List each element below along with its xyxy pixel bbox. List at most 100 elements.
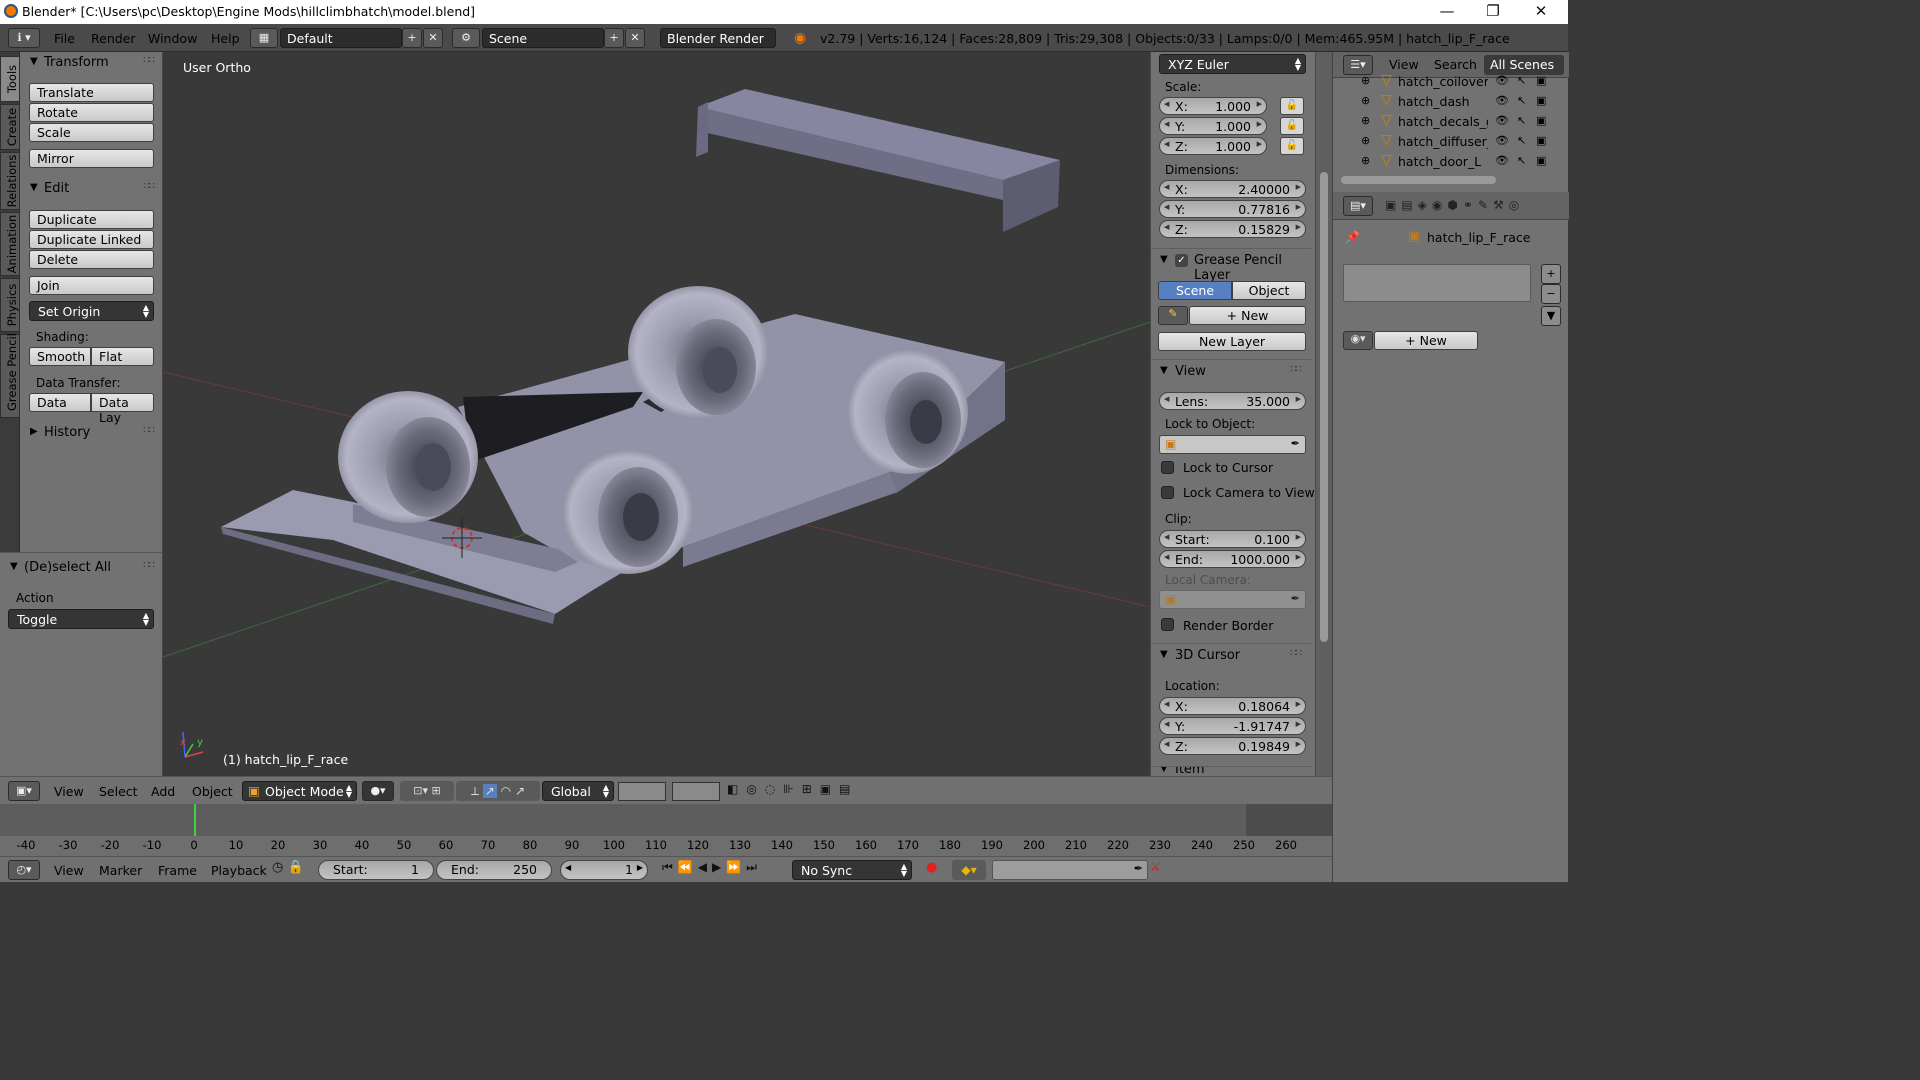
smooth-button[interactable]: Smooth	[29, 347, 91, 366]
tab-animation[interactable]: Animation	[0, 212, 20, 276]
grease-pencil-layer-header[interactable]: ▼ ✓ Grease Pencil Layer	[1151, 248, 1311, 283]
new-material-button[interactable]: + New	[1374, 331, 1478, 350]
orientation-dropdown[interactable]: Global ▲ ▼	[542, 781, 614, 801]
add-slot-icon[interactable]: +	[1541, 264, 1561, 284]
grease-pencil-checkbox[interactable]: ✓	[1175, 254, 1188, 267]
duplicate-button[interactable]: Duplicate	[29, 210, 154, 229]
clip-end-field[interactable]: ◀ End: 1000.000 ▶	[1159, 550, 1306, 568]
timeline-view-menu[interactable]: View	[54, 863, 84, 878]
dimension-y-field[interactable]: ◀ Y: 0.77816 ▶	[1159, 200, 1306, 218]
minimize-button[interactable]: —	[1424, 0, 1470, 24]
outliner-row[interactable]: ⊕▽hatch_coilover_R👁↖▣	[1333, 72, 1553, 92]
add-menu[interactable]: Add	[151, 784, 175, 799]
gp-new-button[interactable]: + New	[1189, 306, 1306, 325]
menu-file[interactable]: File	[54, 31, 75, 46]
3d-view-editor-type-icon[interactable]: ▣▾	[8, 781, 40, 801]
material-browse-icon[interactable]: ◉▾	[1343, 331, 1373, 350]
scene-icon[interactable]: ⚙	[452, 28, 480, 48]
preview-range-icons[interactable]: ◷ 🔒	[272, 860, 312, 880]
scale-x-field[interactable]: ◀ X: 1.000 ▶	[1159, 97, 1267, 115]
tab-relations[interactable]: Relations	[0, 152, 20, 210]
timeline-ruler[interactable]: -40 -30 -20 -10 0 10 20 30 40 50 60 70 80 90 100 110 120…	[0, 836, 1332, 856]
end-frame-field[interactable]: End: 250	[436, 860, 552, 880]
timeline-playback-menu[interactable]: Playback	[211, 863, 267, 878]
timeline-frame-menu[interactable]: Frame	[158, 863, 197, 878]
wheel-front-left[interactable]	[338, 391, 478, 523]
unlink-icon[interactable]: ⚔	[1150, 860, 1170, 880]
wheel-rear-right[interactable]	[848, 350, 968, 474]
drag-grip-icon[interactable]: ∷∷	[143, 181, 155, 192]
properties-context-tabs[interactable]: ▣▤◈◉⬢⚭✎⚒◎	[1385, 198, 1524, 212]
current-frame-indicator[interactable]	[194, 804, 196, 836]
outliner-row[interactable]: ⊕▽hatch_diffuser_ra👁↖▣	[1333, 132, 1553, 152]
object-menu[interactable]: Object	[192, 784, 233, 799]
lock-to-cursor-checkbox[interactable]	[1161, 461, 1174, 474]
keying-set-icon[interactable]: ◆▾	[952, 860, 986, 880]
lens-field[interactable]: ◀ Lens: 35.000 ▶	[1159, 392, 1306, 410]
menu-render[interactable]: Render	[91, 31, 136, 46]
item-panel-header[interactable]: ▼ Item	[1151, 766, 1311, 776]
outliner-hscrollbar[interactable]	[1341, 176, 1496, 184]
shading-mode-icon[interactable]: ●▾	[362, 781, 394, 801]
drag-grip-icon[interactable]: ∷∷	[143, 55, 155, 66]
properties-editor-type-icon[interactable]: ▤▾	[1343, 196, 1373, 216]
scale-x-lock-icon[interactable]: 🔓	[1280, 97, 1304, 115]
tab-grease-pencil[interactable]: Grease Pencil	[0, 333, 20, 418]
duplicate-linked-button[interactable]: Duplicate Linked	[29, 230, 154, 249]
outliner-row[interactable]: ⊕▽hatch_decals_gau👁↖▣	[1333, 112, 1553, 132]
active-keying-set-field[interactable]: ✒	[992, 860, 1148, 880]
add-scene-icon[interactable]: +	[604, 28, 624, 48]
cursor-y-field[interactable]: ◀ Y: -1.91747 ▶	[1159, 717, 1306, 735]
material-slot-list[interactable]	[1343, 264, 1531, 302]
set-origin-dropdown[interactable]: Set Origin ▲ ▼	[29, 301, 154, 321]
drag-grip-icon[interactable]: ∷∷	[1290, 364, 1302, 375]
rotation-mode-dropdown[interactable]: XYZ Euler ▲ ▼	[1159, 54, 1306, 74]
eyedropper-icon[interactable]: ✒	[1291, 437, 1300, 450]
render-border-checkbox[interactable]	[1161, 618, 1174, 631]
edit-panel-header[interactable]: ▼ Edit ∷∷	[20, 178, 162, 200]
mode-dropdown[interactable]: ▣ Object Mode ▲ ▼	[242, 781, 357, 801]
rotate-button[interactable]: Rotate	[29, 103, 154, 122]
flat-button[interactable]: Flat	[91, 347, 154, 366]
record-icon[interactable]: ●	[926, 860, 946, 880]
translate-button[interactable]: Translate	[29, 83, 154, 102]
wheel-front-right[interactable]	[563, 450, 693, 574]
dimension-z-field[interactable]: ◀ Z: 0.15829 ▶	[1159, 220, 1306, 238]
join-button[interactable]: Join	[29, 276, 154, 295]
3d-viewport[interactable]: User Ortho (1) hatch_lip_F_race x y	[163, 52, 1150, 776]
current-frame-field[interactable]: ◀ 1 ▶	[560, 860, 648, 880]
start-frame-field[interactable]: Start: 1	[318, 860, 434, 880]
timeline-editor-type-icon[interactable]: ◴▾	[8, 860, 40, 880]
scrollbar-thumb[interactable]	[1320, 172, 1328, 642]
delete-button[interactable]: Delete	[29, 250, 154, 269]
menu-help[interactable]: Help	[211, 31, 240, 46]
sync-mode-dropdown[interactable]: No Sync ▲ ▼	[792, 860, 912, 880]
drag-grip-icon[interactable]: ∷∷	[1290, 648, 1302, 659]
drag-grip-icon[interactable]: ∷∷	[143, 560, 155, 571]
scene-dropdown[interactable]: Scene	[482, 28, 604, 48]
pivot-snap-icons[interactable]: ⊡▾ ⊞	[400, 781, 454, 801]
layer-buttons-group-2[interactable]	[672, 782, 720, 801]
screen-layout-icon[interactable]: ▦	[250, 28, 278, 48]
outliner-row[interactable]: ⊕ ▽ hatch_dash 👁 ↖ ▣	[1333, 92, 1553, 112]
remove-scene-icon[interactable]: ✕	[625, 28, 645, 48]
pencil-icon[interactable]: ✎	[1158, 306, 1188, 325]
data-transfer-button[interactable]: Data	[29, 393, 91, 412]
gp-scene-button[interactable]: Scene	[1158, 281, 1232, 300]
tab-create[interactable]: Create	[0, 104, 20, 150]
data-layout-button[interactable]: Data Lay	[91, 393, 154, 425]
sidebar-scrollbar[interactable]	[1315, 52, 1332, 776]
transform-panel-header[interactable]: ▼ Transform ∷∷	[20, 52, 162, 74]
scale-button[interactable]: Scale	[29, 123, 154, 142]
wheel-rear-left[interactable]	[628, 286, 768, 418]
pin-icon[interactable]: 📌	[1345, 230, 1360, 244]
viewport-scene[interactable]	[163, 52, 1150, 776]
scale-z-field[interactable]: ◀ Z: 1.000 ▶	[1159, 137, 1267, 155]
deselect-all-panel-header[interactable]: ▼ (De)select All ∷∷	[0, 557, 162, 579]
view-panel-header[interactable]: ▼ View ∷∷	[1151, 359, 1311, 383]
cursor-z-field[interactable]: ◀ Z: 0.19849 ▶	[1159, 737, 1306, 755]
slot-menu-icon[interactable]: ▼	[1541, 306, 1561, 326]
gp-new-layer-button[interactable]: New Layer	[1158, 332, 1306, 351]
scale-z-lock-icon[interactable]: 🔓	[1280, 137, 1304, 155]
mirror-button[interactable]: Mirror	[29, 149, 154, 168]
